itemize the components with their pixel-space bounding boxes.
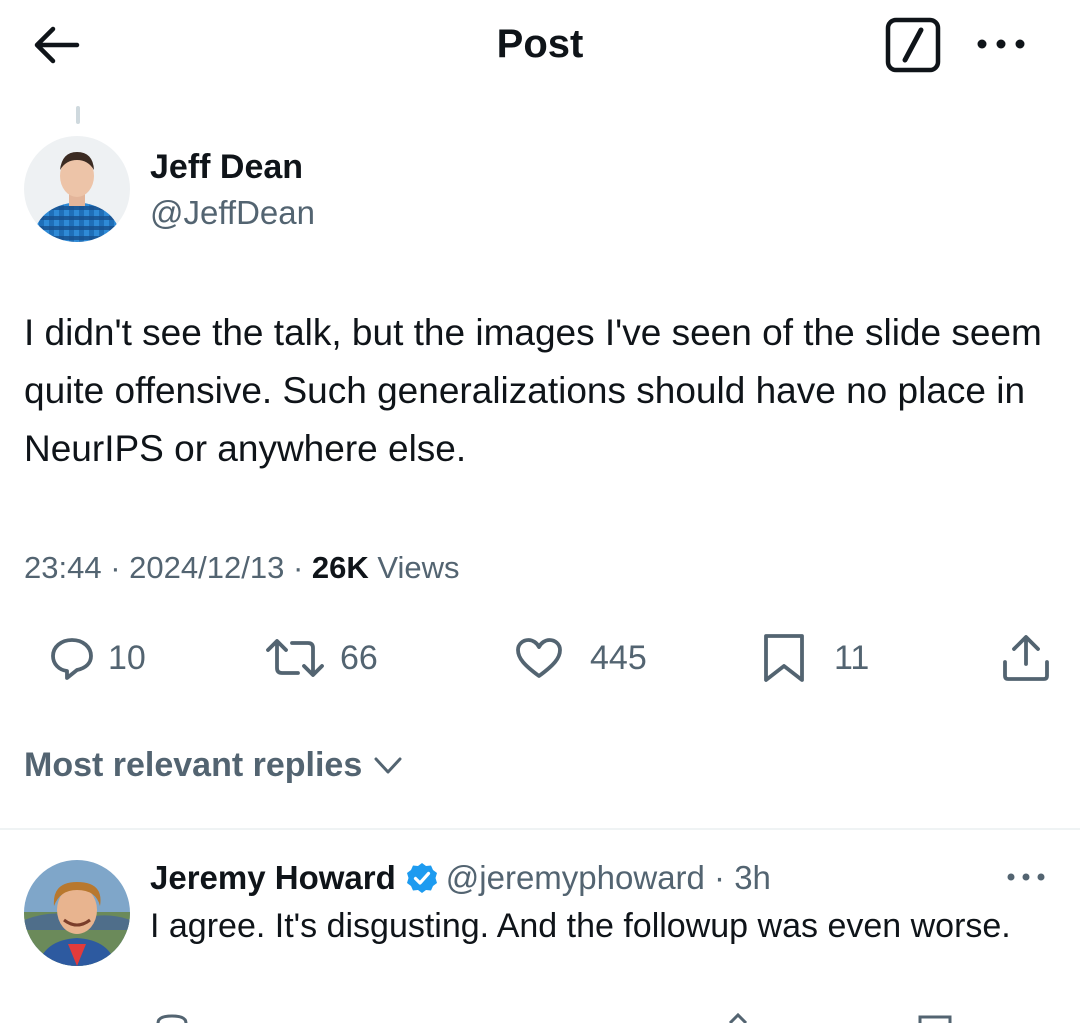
replies-sort-label: Most relevant replies [24,745,363,784]
section-divider [0,828,1080,830]
verified-badge-icon [406,863,437,893]
compose-button[interactable] [884,16,942,74]
share-button[interactable] [1000,628,1052,688]
meta-separator: · [292,550,304,585]
reply-avatar-image [24,860,130,966]
reply-actions-peek [156,1012,952,1025]
heart-icon [516,638,562,678]
reply-handle-time[interactable]: @jeremyphoward · 3h [446,856,771,900]
replies-sort-dropdown[interactable]: Most relevant replies [24,740,406,790]
like-button[interactable]: 445 [514,628,647,688]
arrow-left-icon [34,26,80,64]
author-avatar-image [24,136,130,242]
reply-text: I agree. It's disgusting. And the follow… [150,907,1011,945]
post-text: I didn't see the talk, but the images I'… [24,312,1042,469]
compose-icon [885,17,941,73]
author-name[interactable]: Jeff Dean [150,146,303,188]
more-options-button[interactable] [970,22,1032,66]
author-handle[interactable]: @JeffDean [150,192,315,234]
reply-actions-partial [0,1010,1080,1025]
meta-separator: · [110,550,121,585]
chevron-down-icon [374,757,402,774]
repost-button[interactable]: 66 [264,628,378,688]
reply-icon [51,638,93,680]
bookmark-icon [764,634,804,682]
reply-avatar[interactable] [24,860,130,966]
post-time[interactable]: 23:44 [24,550,102,585]
reply-count: 10 [108,639,146,677]
reply-more-button[interactable] [1002,862,1050,892]
more-horizontal-icon [1007,873,1045,881]
views-count: 26K [311,550,369,585]
reply-author-name[interactable]: Jeremy Howard [150,856,396,900]
share-icon [1003,635,1049,681]
post-metadata: 23:44 · 2024/12/13 · 26K Views [24,546,460,590]
thread-connector [76,106,80,124]
post-date[interactable]: 2024/12/13 [129,550,284,585]
back-button[interactable] [28,20,84,70]
repost-count: 66 [340,639,378,677]
like-count: 445 [590,639,647,677]
more-horizontal-icon [977,39,1025,49]
bookmark-button[interactable]: 11 [760,628,869,688]
reply-button[interactable]: 10 [50,628,146,688]
reply-header: Jeremy Howard @jeremyphoward · 3h [150,856,771,900]
avatar[interactable] [24,136,130,242]
repost-icon [266,639,324,677]
bookmark-count: 11 [834,639,870,677]
views-label: Views [377,550,460,585]
